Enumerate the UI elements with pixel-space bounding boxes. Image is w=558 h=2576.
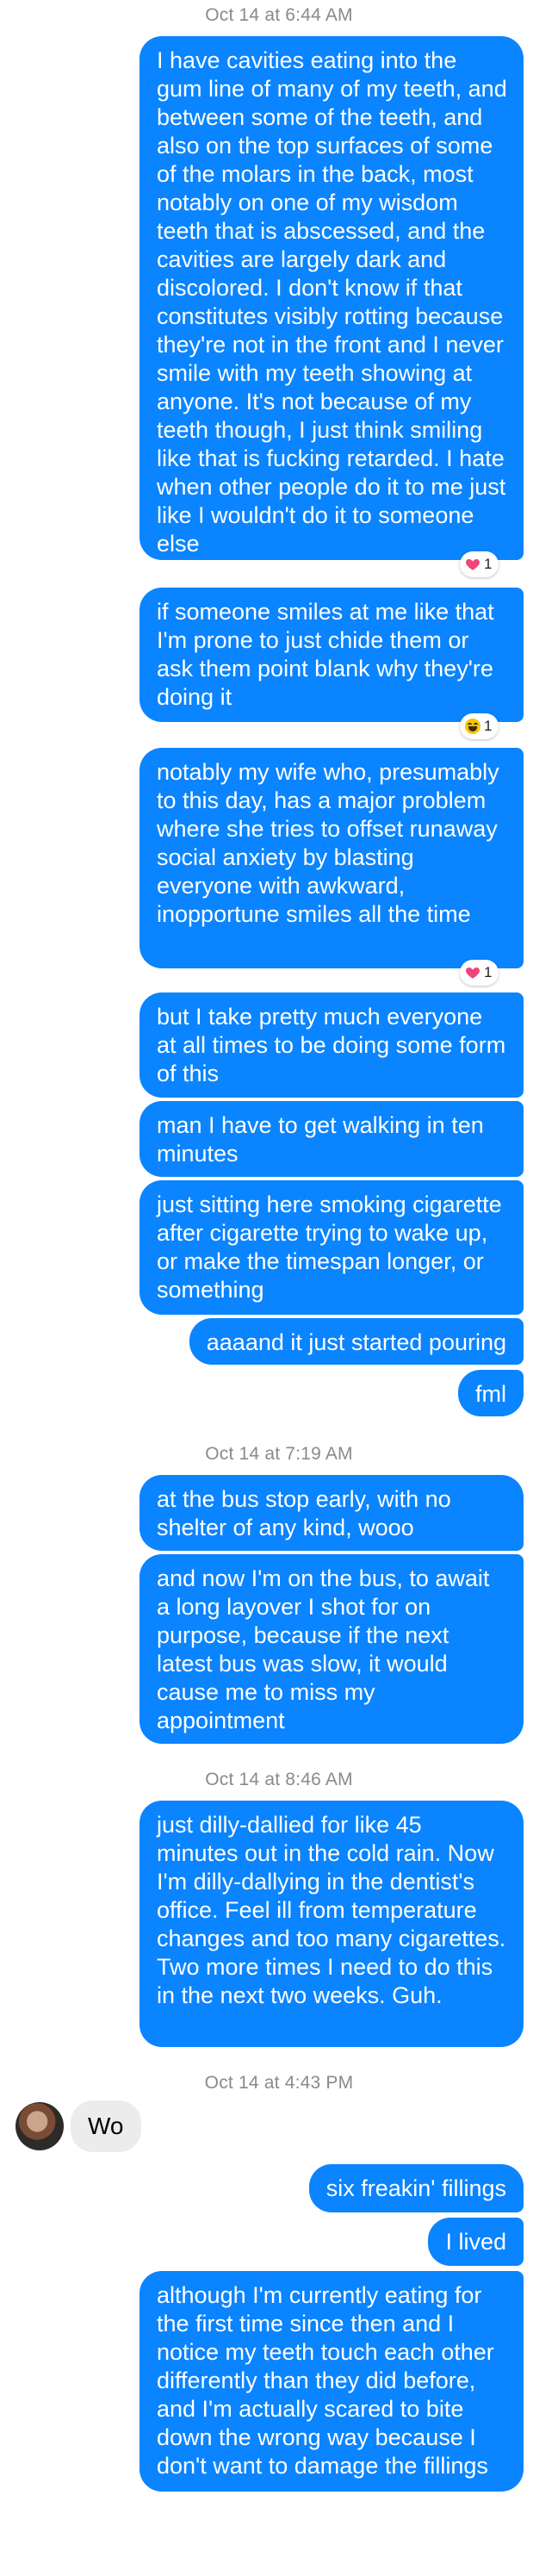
reaction-badge[interactable]: 1 [460,713,499,739]
heart-icon [465,965,480,980]
sent-message[interactable]: just sitting here smoking cigarette afte… [140,1180,524,1315]
reaction-count: 1 [484,556,493,572]
message-thread: Oct 14 at 6:44 AM I have cavities eating… [0,0,558,2576]
sent-message[interactable]: fml [458,1370,524,1416]
reaction-badge[interactable]: 1 [460,960,499,986]
reaction-badge[interactable]: 1 [460,551,499,577]
reaction-count: 1 [484,964,493,980]
sent-message[interactable]: if someone smiles at me like that I'm pr… [140,588,524,722]
sent-message[interactable]: just dilly-dallied for like 45 minutes o… [140,1801,524,2047]
timestamp: Oct 14 at 6:44 AM [205,5,353,25]
sent-message[interactable]: and now I'm on the bus, to await a long … [140,1554,524,1744]
sent-message[interactable]: man I have to get walking in ten minutes [140,1101,524,1177]
sent-message[interactable]: at the bus stop early, with no shelter o… [140,1475,524,1551]
timestamp: Oct 14 at 4:43 PM [204,2073,354,2093]
heart-icon [465,557,480,572]
sent-message[interactable]: six freakin' fillings [308,2164,524,2212]
reaction-count: 1 [484,718,493,734]
received-message[interactable]: Wo [71,2100,141,2152]
sent-message[interactable]: aaaand it just started pouring [189,1318,524,1365]
sent-message[interactable]: notably my wife who, presumably to this … [140,748,524,968]
sent-message[interactable]: but I take pretty much everyone at all t… [140,992,524,1098]
avatar[interactable] [16,2102,64,2150]
laugh-icon [465,719,480,734]
timestamp: Oct 14 at 7:19 AM [205,1444,353,1464]
sent-message[interactable]: I have cavities eating into the gum line… [140,36,524,560]
timestamp: Oct 14 at 8:46 AM [205,1770,353,1789]
sent-message[interactable]: I lived [428,2218,524,2266]
sent-message[interactable]: although I'm currently eating for the fi… [140,2271,524,2492]
